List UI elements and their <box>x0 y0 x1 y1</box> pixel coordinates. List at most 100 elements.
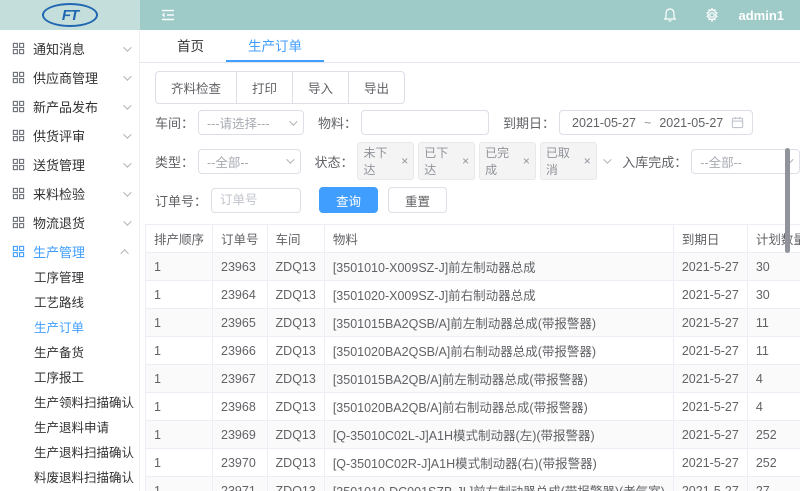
sidebar-item-label: 来料检验 <box>33 184 123 203</box>
table-row[interactable]: 123964ZDQ13[3501020-X009SZ-J]前右制动器总成2021… <box>146 281 800 309</box>
chevron-down-icon <box>123 72 131 80</box>
chevron-down-icon <box>289 117 297 125</box>
sidebar-item[interactable]: 生产管理 <box>0 237 139 266</box>
sidebar-subitem[interactable]: 工序报工 <box>0 366 139 391</box>
tab-active[interactable]: 生产订单 <box>226 30 324 62</box>
workshop-select[interactable]: ---请选择--- <box>198 110 304 135</box>
table-cell: ZDQ13 <box>267 281 324 309</box>
sidebar-subitem[interactable]: 生产退料扫描确认 <box>0 441 139 466</box>
sidebar-item[interactable]: 通知消息 <box>0 34 139 63</box>
menu-grid-icon <box>12 42 25 55</box>
table-cell: 23971 <box>213 477 268 491</box>
toolbar-button[interactable]: 导入 <box>292 71 349 104</box>
material-input[interactable] <box>370 116 480 130</box>
search-button[interactable]: 查询 <box>319 187 378 213</box>
status-tag-label: 未下达 <box>363 144 397 178</box>
vertical-scrollbar[interactable] <box>785 148 790 253</box>
sidebar-subitem[interactable]: 工序管理 <box>0 266 139 291</box>
toolbar-button[interactable]: 导出 <box>348 71 405 104</box>
topbar-right: admin1 <box>140 0 800 30</box>
notifications-bell-icon[interactable] <box>662 7 678 23</box>
workshop-label: 车间： <box>155 113 194 132</box>
status-label: 状态： <box>314 152 353 171</box>
logged-in-username[interactable]: admin1 <box>738 8 784 23</box>
order-number-input-wrap <box>211 188 301 213</box>
chevron-down-icon <box>123 217 131 225</box>
app-window: FT <box>0 0 800 491</box>
chevron-down-icon <box>286 155 294 163</box>
sidebar-item-label: 物流退货 <box>33 213 123 232</box>
logo-zone: FT <box>0 0 140 30</box>
table-cell: 30 <box>747 253 800 281</box>
status-tag: 已下达× <box>418 142 475 180</box>
table-cell: ZDQ13 <box>267 449 324 477</box>
sidebar-subitem[interactable]: 料废退料扫描确认 <box>0 466 139 491</box>
table-cell: 23966 <box>213 337 268 365</box>
status-tag: 已完成× <box>479 142 536 180</box>
sidebar-item-label: 新产品发布 <box>33 97 123 116</box>
inbound-complete-select[interactable]: --全部-- <box>691 149 800 174</box>
reset-button[interactable]: 重置 <box>388 187 447 213</box>
sidebar-subitem[interactable]: 生产备货 <box>0 341 139 366</box>
menu-grid-icon <box>12 245 25 258</box>
table-row[interactable]: 123966ZDQ13[3501020BA2QSB/A]前右制动器总成(带报警器… <box>146 337 800 365</box>
table-cell: 252 <box>747 421 800 449</box>
material-input-wrap <box>361 110 489 135</box>
column-header: 排产顺序 <box>146 225 213 253</box>
toolbar-button[interactable]: 打印 <box>236 71 293 104</box>
table-cell: 23963 <box>213 253 268 281</box>
tag-close-icon[interactable]: × <box>401 154 408 168</box>
chevron-down-icon <box>123 159 131 167</box>
table-cell: 1 <box>146 337 213 365</box>
table-cell: 11 <box>747 337 800 365</box>
type-select[interactable]: --全部-- <box>198 149 301 174</box>
status-multiselect[interactable]: 未下达×已下达×已完成×已取消× <box>357 142 600 180</box>
sidebar-item[interactable]: 供货评审 <box>0 121 139 150</box>
menu-grid-icon <box>12 158 25 171</box>
sidebar-item[interactable]: 供应商管理 <box>0 63 139 92</box>
sidebar-subitem[interactable]: 工艺路线 <box>0 291 139 316</box>
table-cell: [3501015BA2QB/A]前左制动器总成(带报警器) <box>324 365 673 393</box>
menu-grid-icon <box>12 71 25 84</box>
sidebar-subitem[interactable]: 生产退料申请 <box>0 416 139 441</box>
status-tag-label: 已取消 <box>546 144 580 178</box>
status-tag: 已取消 × <box>540 142 597 180</box>
tag-close-icon[interactable]: × <box>584 154 591 168</box>
sidebar-item[interactable]: 新产品发布 <box>0 92 139 121</box>
due-date-end[interactable]: 2021-05-27 <box>655 116 727 130</box>
order-number-input[interactable] <box>220 193 292 207</box>
menu-grid-icon <box>12 187 25 200</box>
table-cell: 11 <box>747 309 800 337</box>
table-row[interactable]: 123968ZDQ13[3501020BA2QB/A]前右制动器总成(带报警器)… <box>146 393 800 421</box>
menu-grid-icon <box>12 100 25 113</box>
sidebar-subitem[interactable]: 生产订单 <box>0 316 139 341</box>
tab-inactive[interactable]: 首页 <box>155 30 226 62</box>
sidebar-item[interactable]: 物流退货 <box>0 208 139 237</box>
table-row[interactable]: 123965ZDQ13[3501015BA2QSB/A]前左制动器总成(带报警器… <box>146 309 800 337</box>
sidebar-item-label: 供应商管理 <box>33 68 123 87</box>
sidebar-item-label: 供货评审 <box>33 126 123 145</box>
sidebar-item[interactable]: 来料检验 <box>0 179 139 208</box>
settings-gear-icon[interactable] <box>704 7 720 23</box>
table-cell: 1 <box>146 421 213 449</box>
table-row[interactable]: 123970ZDQ13[Q-35010C02R-J]A1H模式制动器(右)(带报… <box>146 449 800 477</box>
toolbar-button-group: 齐料检查打印导入导出 <box>155 71 405 104</box>
toolbar-button[interactable]: 齐料检查 <box>155 71 237 104</box>
due-date-range-picker[interactable]: 2021-05-27 ~ 2021-05-27 <box>559 110 753 135</box>
tag-close-icon[interactable]: × <box>523 154 530 168</box>
sidebar-item[interactable]: 送货管理 <box>0 150 139 179</box>
tab-bar: 首页生产订单 <box>140 30 800 63</box>
table-cell: 2021-5-27 <box>673 393 747 421</box>
company-logo: FT <box>42 3 98 27</box>
due-date-start[interactable]: 2021-05-27 <box>568 116 640 130</box>
table-row[interactable]: 123969ZDQ13[Q-35010C02L-J]A1H模式制动器(左)(带报… <box>146 421 800 449</box>
table-row[interactable]: 123963ZDQ13[3501010-X009SZ-J]前左制动器总成2021… <box>146 253 800 281</box>
table-row[interactable]: 123971ZDQ13[3501010-DC001SZB-JL]前左制动器总成(… <box>146 477 800 491</box>
table-cell: ZDQ13 <box>267 365 324 393</box>
sidebar-subitem[interactable]: 生产领料扫描确认 <box>0 391 139 416</box>
sidebar-collapse-icon[interactable] <box>160 7 176 23</box>
sidebar-item-label: 送货管理 <box>33 155 123 174</box>
table-row[interactable]: 123967ZDQ13[3501015BA2QB/A]前左制动器总成(带报警器)… <box>146 365 800 393</box>
table-cell: 1 <box>146 393 213 421</box>
tag-close-icon[interactable]: × <box>462 154 469 168</box>
